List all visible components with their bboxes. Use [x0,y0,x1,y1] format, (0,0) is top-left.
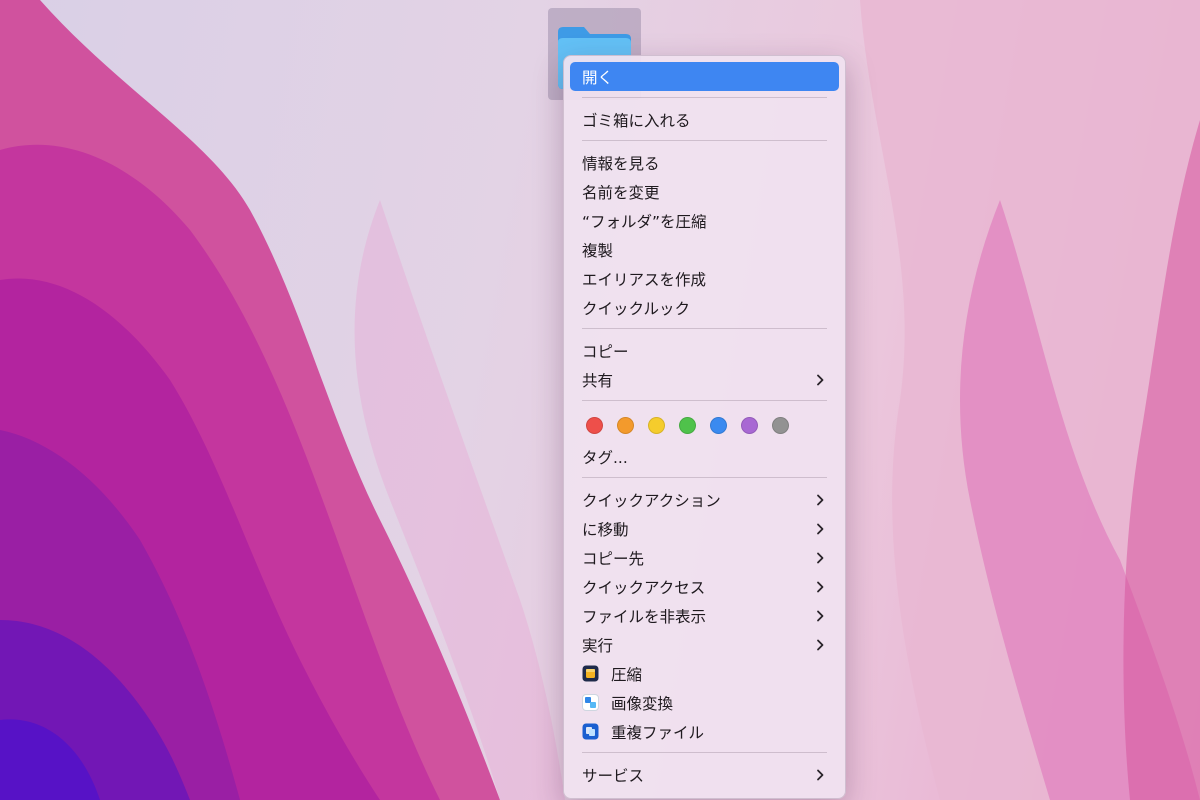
menu-item-18[interactable]: 重複ファイル [570,717,839,746]
chevron-right-icon [817,552,824,563]
menu-item-label: ファイルを非表示 [582,607,707,626]
chevron-right-icon [817,374,824,385]
menu-item-label: ゴミ箱に入れる [582,111,691,130]
tag-purple-dot[interactable] [741,416,758,434]
menu-item-11[interactable]: に移動 [570,514,839,543]
menu-item-7[interactable]: クイックルック [570,293,839,322]
menu-item-label: 複製 [582,241,614,260]
chevron-right-icon [817,769,824,780]
tag-blue-dot[interactable] [710,416,727,434]
menu-item-label: 共有 [582,371,614,390]
duplicate-files-app-icon [582,723,599,740]
menu-item-label: エイリアスを作成 [582,270,707,289]
menu-item-label: コピー先 [582,549,645,568]
menu-item-label: クイックアクセス [582,578,706,597]
menu-item-6[interactable]: エイリアスを作成 [570,264,839,293]
menu-item-label: クイックアクション [582,491,721,510]
tag-color-row [570,408,839,442]
menu-item-10[interactable]: クイックアクション [570,485,839,514]
tag-gray-dot[interactable] [772,416,789,434]
menu-item-9[interactable]: 共有 [570,365,839,394]
menu-item-13[interactable]: クイックアクセス [570,572,839,601]
menu-item-label: 開く [582,68,614,87]
menu-item-label: に移動 [582,520,629,539]
tags-menu-item[interactable]: タグ... [570,442,839,471]
menu-separator [582,140,827,141]
tag-green-dot[interactable] [679,416,696,434]
menu-item-17[interactable]: 画像変換 [570,688,839,717]
menu-item-label: “フォルダ”を圧縮 [582,212,707,231]
menu-item-4[interactable]: “フォルダ”を圧縮 [570,206,839,235]
tag-red-dot[interactable] [586,416,603,434]
tag-orange-dot[interactable] [617,416,634,434]
menu-item-19[interactable]: サービス [570,760,839,789]
menu-item-label: コピー [582,342,629,361]
menu-item-label: 画像変換 [611,694,674,713]
menu-separator [582,477,827,478]
menu-item-12[interactable]: コピー先 [570,543,839,572]
chevron-right-icon [817,610,824,621]
menu-item-0[interactable]: 開く [570,62,839,91]
menu-item-label: サービス [582,766,645,785]
menu-item-label: 名前を変更 [582,183,660,202]
menu-item-label: 重複ファイル [611,723,705,742]
chevron-right-icon [817,639,824,650]
tag-yellow-dot[interactable] [648,416,665,434]
archiver-app-icon [582,665,599,682]
menu-separator [582,752,827,753]
menu-separator [582,400,827,401]
chevron-right-icon [817,523,824,534]
desktop: 開くゴミ箱に入れる 情報を見る名前を変更 “フォルダ”を圧縮 複製エイリアスを作成 クイ… [0,0,1200,800]
menu-item-15[interactable]: 実行 [570,630,839,659]
menu-item-label: 圧縮 [611,665,643,684]
menu-item-5[interactable]: 複製 [570,235,839,264]
menu-item-14[interactable]: ファイルを非表示 [570,601,839,630]
menu-item-16[interactable]: 圧縮 [570,659,839,688]
menu-item-3[interactable]: 名前を変更 [570,177,839,206]
chevron-right-icon [817,581,824,592]
menu-item-8[interactable]: コピー [570,336,839,365]
chevron-right-icon [817,494,824,505]
image-converter-app-icon [582,694,599,711]
menu-item-label: タグ... [582,448,628,467]
menu-item-label: クイックルック [582,299,691,318]
menu-separator [582,328,827,329]
context-menu: 開くゴミ箱に入れる 情報を見る名前を変更 “フォルダ”を圧縮 複製エイリアスを作成 クイ… [563,55,846,799]
menu-separator [582,97,827,98]
menu-item-2[interactable]: 情報を見る [570,148,839,177]
menu-item-label: 情報を見る [582,154,660,173]
menu-item-1[interactable]: ゴミ箱に入れる [570,105,839,134]
menu-item-label: 実行 [582,636,614,655]
